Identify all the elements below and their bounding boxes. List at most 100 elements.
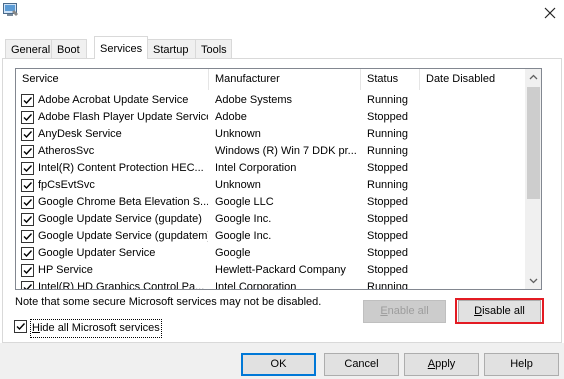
service-name: Intel(R) HD Graphics Control Pa...: [38, 281, 205, 290]
scroll-down-arrow-icon[interactable]: [525, 272, 542, 289]
service-checkbox[interactable]: [21, 247, 34, 260]
service-name: Intel(R) Content Protection HEC...: [38, 162, 204, 174]
service-checkbox[interactable]: [21, 111, 34, 124]
service-date-disabled: [426, 279, 521, 289]
service-name: Google Updater Service: [38, 247, 156, 259]
msconfig-icon: [3, 3, 18, 16]
tab-label: Tools: [201, 44, 227, 56]
service-name: Adobe Flash Player Update Service: [38, 111, 208, 123]
service-name: Google Chrome Beta Elevation S...: [38, 196, 208, 208]
tab-tools[interactable]: Tools: [195, 39, 232, 58]
service-checkbox[interactable]: [21, 145, 34, 158]
service-status: Stopped: [367, 162, 408, 174]
tab-label: Boot: [57, 44, 80, 56]
apply-button[interactable]: Apply: [404, 353, 479, 376]
tab-services[interactable]: Services: [94, 36, 148, 59]
service-manufacturer: Unknown: [215, 179, 261, 191]
button-label: nable all: [387, 305, 429, 317]
service-row[interactable]: Google Update Service (gupdatem) Google I…: [16, 228, 525, 245]
service-manufacturer: Unknown: [215, 128, 261, 140]
list-header: Service Manufacturer Status Date Disable…: [16, 69, 525, 90]
check-icon: [23, 131, 33, 139]
column-header-status[interactable]: Status: [361, 69, 420, 90]
service-manufacturer: Intel Corporation: [215, 281, 297, 290]
service-status: Running: [367, 94, 408, 106]
tab-label: Startup: [153, 44, 189, 56]
check-icon: [16, 323, 26, 331]
service-row[interactable]: HP Service Hewlett-Packard Company Stopped: [16, 262, 525, 279]
service-date-disabled: [426, 211, 521, 228]
service-row[interactable]: fpCsEvtSvc Unknown Running: [16, 177, 525, 194]
checkbox-label: ide all Microsoft services: [39, 322, 160, 334]
column-header-manufacturer[interactable]: Manufacturer: [209, 69, 361, 90]
service-date-disabled: [426, 245, 521, 262]
tab-strip: General Boot Services Startup Tools: [0, 36, 564, 59]
service-checkbox[interactable]: [21, 281, 34, 289]
checkbox[interactable]: [14, 320, 27, 333]
button-label: pply: [435, 358, 456, 370]
service-date-disabled: [426, 177, 521, 194]
service-row[interactable]: Google Update Service (gupdate) Google In…: [16, 211, 525, 228]
service-status: Running: [367, 179, 408, 191]
check-icon: [23, 199, 33, 207]
service-manufacturer: Google Inc.: [215, 213, 272, 225]
check-icon: [23, 182, 33, 190]
service-row[interactable]: Intel(R) HD Graphics Control Pa... Intel …: [16, 279, 525, 290]
service-manufacturer: Hewlett-Packard Company: [215, 264, 346, 276]
check-icon: [23, 148, 33, 156]
check-icon: [23, 250, 33, 258]
service-manufacturer: Google: [215, 247, 251, 259]
service-row[interactable]: Intel(R) Content Protection HEC... Intel …: [16, 160, 525, 177]
service-status: Stopped: [367, 111, 408, 123]
enable-all-button[interactable]: Enable all: [363, 300, 446, 323]
service-row[interactable]: AtherosSvc Windows (R) Win 7 DDK pr... Run…: [16, 143, 525, 160]
service-checkbox[interactable]: [21, 196, 34, 209]
service-checkbox[interactable]: [21, 213, 34, 226]
service-date-disabled: [426, 126, 521, 143]
dialog-footer: OK Cancel Apply Help: [0, 343, 564, 379]
scrollbar-thumb[interactable]: [527, 87, 540, 199]
service-name: AtherosSvc: [38, 145, 95, 157]
tab-boot[interactable]: Boot: [51, 39, 87, 58]
service-checkbox[interactable]: [21, 264, 34, 277]
service-row[interactable]: Adobe Flash Player Update Service Adobe St…: [16, 109, 525, 126]
service-checkbox[interactable]: [21, 94, 34, 107]
vertical-scrollbar[interactable]: [525, 69, 542, 289]
scroll-up-arrow-icon[interactable]: [525, 69, 542, 86]
column-header-date-disabled[interactable]: Date Disabled: [420, 69, 525, 90]
highlight-box: [455, 298, 544, 324]
check-icon: [23, 97, 33, 105]
close-button[interactable]: [538, 2, 562, 24]
services-list[interactable]: Service Manufacturer Status Date Disable…: [15, 68, 542, 290]
service-name: Adobe Acrobat Update Service: [38, 94, 189, 106]
service-status: Running: [367, 128, 408, 140]
service-name: Google Update Service (gupdate): [38, 213, 202, 225]
service-status: Stopped: [367, 213, 408, 225]
service-date-disabled: [426, 109, 521, 126]
help-button[interactable]: Help: [484, 353, 559, 376]
service-row[interactable]: Google Chrome Beta Elevation S... Google …: [16, 194, 525, 211]
column-header-service[interactable]: Service: [16, 69, 209, 90]
service-manufacturer: Windows (R) Win 7 DDK pr...: [215, 145, 357, 157]
service-checkbox[interactable]: [21, 162, 34, 175]
service-checkbox[interactable]: [21, 230, 34, 243]
service-row[interactable]: Google Updater Service Google Stopped: [16, 245, 525, 262]
check-icon: [23, 284, 33, 289]
ok-button[interactable]: OK: [241, 353, 316, 376]
service-status: Stopped: [367, 264, 408, 276]
tab-general[interactable]: General: [5, 39, 52, 58]
check-icon: [23, 267, 33, 275]
service-checkbox[interactable]: [21, 128, 34, 141]
mnemonic: H: [32, 322, 40, 334]
check-icon: [23, 114, 33, 122]
cancel-button[interactable]: Cancel: [324, 353, 399, 376]
service-manufacturer: Adobe Systems: [215, 94, 293, 106]
service-row[interactable]: AnyDesk Service Unknown Running: [16, 126, 525, 143]
service-name: AnyDesk Service: [38, 128, 122, 140]
service-manufacturer: Intel Corporation: [215, 162, 297, 174]
tab-startup[interactable]: Startup: [147, 39, 196, 58]
service-manufacturer: Adobe: [215, 111, 247, 123]
service-status: Stopped: [367, 247, 408, 259]
service-row[interactable]: Adobe Acrobat Update Service Adobe System…: [16, 92, 525, 109]
service-checkbox[interactable]: [21, 179, 34, 192]
